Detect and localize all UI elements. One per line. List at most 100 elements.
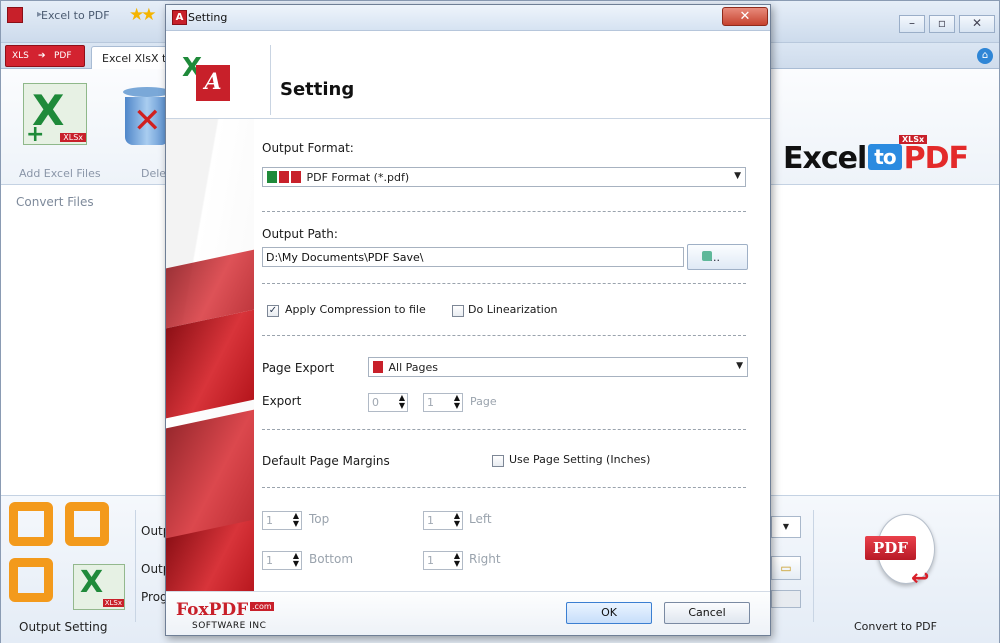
- rating-stars-icon[interactable]: ★★: [129, 5, 157, 25]
- decorative-side-panel: [166, 119, 254, 591]
- add-excel-files-label: Add Excel Files: [19, 167, 101, 180]
- output-setting-label[interactable]: Output Setting: [19, 620, 107, 634]
- page-export-label: Page Export: [262, 361, 335, 375]
- linearization-checkbox[interactable]: [452, 305, 464, 317]
- stepper-down-icon[interactable]: ▼: [399, 401, 405, 410]
- setting-dialog: A Setting ✕ X A Setting Output Format: P…: [165, 4, 771, 636]
- app-menu-button[interactable]: XLS ➔ PDF: [5, 45, 85, 67]
- margin-top-label: Top: [309, 512, 330, 526]
- output-format-value: PDF Format (*.pdf): [306, 171, 410, 184]
- output-path-field[interactable]: D:\My Documents\PDF Save\: [262, 247, 684, 267]
- brand-xlsx-badge: XLSx: [899, 135, 928, 144]
- stepper-down-icon[interactable]: ▼: [454, 519, 460, 528]
- progress-bar: [771, 590, 801, 608]
- office-square-icon: [9, 558, 53, 602]
- office-square-icon: [9, 502, 53, 546]
- use-page-setting-label: Use Page Setting (Inches): [509, 453, 651, 466]
- margin-bottom-label: Bottom: [309, 552, 354, 566]
- delete-button[interactable]: ✕: [123, 83, 171, 145]
- dialog-header: X A Setting: [166, 31, 770, 119]
- output-format-dropdown[interactable]: ▼: [771, 516, 801, 538]
- excel-mini-icon: [267, 171, 277, 183]
- minimize-button[interactable]: –: [899, 15, 925, 33]
- output-path-label: Output Path:: [262, 227, 338, 241]
- pdf-mini-icon: [291, 171, 301, 183]
- pdf-app-icon: A: [172, 10, 187, 25]
- arrow-right-icon: ➔: [38, 51, 46, 61]
- browse-button[interactable]: ....: [687, 244, 748, 270]
- output-format-select[interactable]: PDF Format (*.pdf) ▼: [262, 167, 746, 187]
- xlsx-badge: XLSx: [60, 133, 86, 142]
- maximize-button[interactable]: ▫: [929, 15, 955, 33]
- tab-excel-to-pdf[interactable]: Excel XlsX to: [91, 46, 171, 70]
- foxpdf-com: .com: [250, 602, 274, 611]
- foxpdf-sub: SOFTWARE INC: [192, 621, 267, 631]
- progress-label: Prog: [141, 590, 168, 604]
- export-label: Export: [262, 394, 302, 408]
- default-margins-label: Default Page Margins: [262, 454, 390, 468]
- header-divider: [270, 45, 271, 115]
- stepper-down-icon[interactable]: ▼: [454, 559, 460, 568]
- section-divider: [262, 429, 746, 430]
- settings-form: Output Format: PDF Format (*.pdf) ▼ Outp…: [262, 119, 756, 591]
- convert-to-pdf-button[interactable]: PDF ↩: [865, 514, 943, 591]
- folder-icon[interactable]: ▭: [771, 556, 801, 580]
- excel-x-icon: X: [80, 565, 104, 600]
- margin-right-stepper[interactable]: 1 ▲ ▼: [423, 551, 463, 570]
- margin-left-value: 1: [427, 514, 434, 527]
- chevron-down-icon: ▼: [734, 171, 741, 181]
- output-format-label: Output Format:: [262, 141, 354, 155]
- margin-left-label: Left: [469, 512, 492, 526]
- export-to-stepper[interactable]: 1 ▲ ▼: [423, 393, 463, 412]
- page-suffix-label: Page: [470, 395, 497, 408]
- stepper-down-icon[interactable]: ▼: [293, 559, 299, 568]
- dialog-close-button[interactable]: ✕: [722, 7, 768, 26]
- export-to-value: 1: [427, 396, 434, 409]
- export-from-stepper[interactable]: 0 ▲ ▼: [368, 393, 408, 412]
- chevron-down-icon: ▼: [736, 361, 743, 371]
- margin-bottom-stepper[interactable]: 1 ▲ ▼: [262, 551, 302, 570]
- acrobat-icon: A: [196, 65, 230, 101]
- compression-checkbox[interactable]: ✓: [267, 305, 279, 317]
- section-divider: [262, 487, 746, 488]
- delete-label: Dele: [141, 167, 167, 180]
- folder-browse-icon: [702, 251, 712, 261]
- brand-pdf: PDF: [903, 141, 969, 176]
- dialog-header-title: Setting: [280, 79, 355, 100]
- section-divider: [262, 211, 746, 212]
- excel-to-pdf-logo: Excel to PDF XLSx: [783, 135, 969, 176]
- foxpdf-brand: FoxPDF: [176, 600, 249, 620]
- xls-badge-icon: XLS: [12, 51, 29, 61]
- office-square-icon: [65, 502, 109, 546]
- app-logo-icon: [7, 7, 23, 23]
- section-divider: [262, 283, 746, 284]
- arrow-mini-icon: [279, 171, 289, 183]
- xlsx-file-icon: X XLSx: [73, 564, 125, 610]
- margin-top-stepper[interactable]: 1 ▲ ▼: [262, 511, 302, 530]
- cancel-button[interactable]: Cancel: [664, 602, 750, 624]
- app-title: Excel to PDF: [41, 9, 110, 22]
- add-excel-files-button[interactable]: X + XLSx: [23, 83, 87, 147]
- margin-right-value: 1: [427, 554, 434, 567]
- pdf-tag: PDF: [865, 536, 916, 560]
- xlsx-badge: XLSx: [102, 599, 124, 607]
- convert-to-pdf-label: Convert to PDF: [854, 620, 937, 633]
- plus-icon: +: [26, 122, 45, 147]
- dialog-titlebar: A Setting ✕: [166, 5, 770, 31]
- export-from-value: 0: [372, 396, 379, 409]
- foxpdf-logo: FoxPDF .com SOFTWARE INC: [176, 600, 276, 632]
- stepper-down-icon[interactable]: ▼: [293, 519, 299, 528]
- home-icon[interactable]: ⌂: [977, 48, 993, 64]
- panel-divider: [135, 510, 136, 622]
- page-export-select[interactable]: All Pages ▼: [368, 357, 748, 377]
- compression-label: Apply Compression to file: [285, 303, 426, 316]
- panel-divider: [813, 510, 814, 622]
- close-window-button[interactable]: ✕: [959, 15, 995, 33]
- margin-bottom-value: 1: [266, 554, 273, 567]
- use-page-setting-checkbox[interactable]: [492, 455, 504, 467]
- margin-left-stepper[interactable]: 1 ▲ ▼: [423, 511, 463, 530]
- ok-button[interactable]: OK: [566, 602, 652, 624]
- decor-band: [166, 309, 254, 419]
- section-divider: [262, 335, 746, 336]
- stepper-down-icon[interactable]: ▼: [454, 401, 460, 410]
